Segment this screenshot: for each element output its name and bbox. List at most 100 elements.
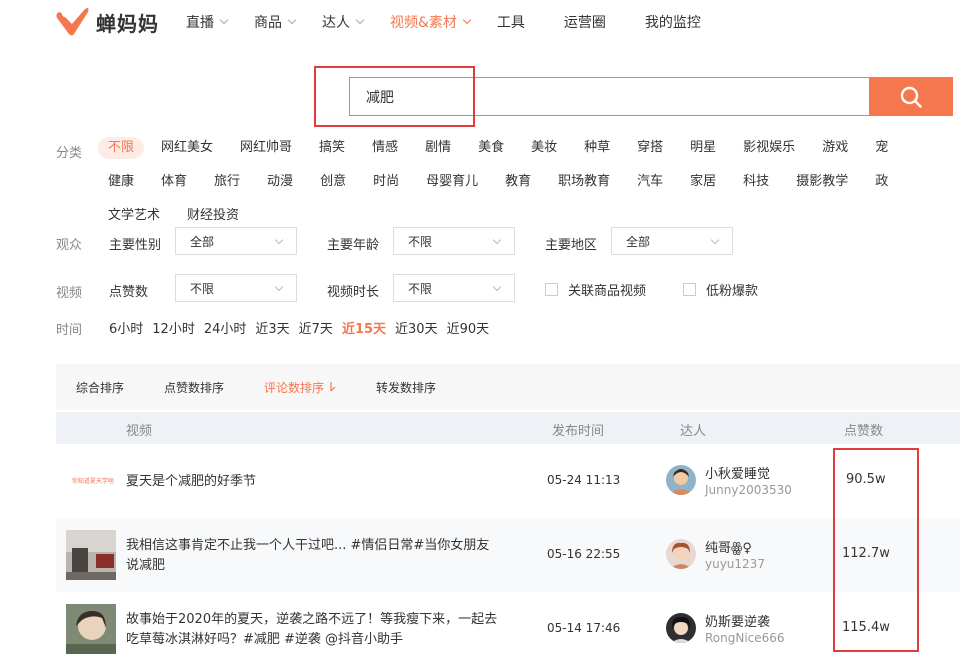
category-item[interactable]: 搞笑 — [309, 137, 355, 159]
category-item[interactable]: 网红帅哥 — [230, 137, 302, 159]
video-title[interactable]: 故事始于2020年的夏天，逆袭之路不远了！等我瘦下来，一起去吃草莓冰淇淋好吗？#… — [126, 610, 498, 650]
category-item[interactable]: 网红美女 — [151, 137, 223, 159]
category-item[interactable]: 政 — [865, 171, 898, 193]
main-nav: 直播 商品 达人 视频&素材 工具 运营圈 我的监控 — [186, 12, 701, 32]
nav-item-tools[interactable]: 工具 — [497, 12, 525, 32]
table-row[interactable]: 故事始于2020年的夏天，逆袭之路不远了！等我瘦下来，一起去吃草莓冰淇淋好吗？#… — [56, 592, 960, 662]
category-item[interactable]: 母婴育儿 — [416, 171, 488, 193]
time-option[interactable]: 近15天 — [342, 318, 386, 337]
author-name[interactable]: 纯哥ꙮ♀ — [705, 537, 752, 556]
avatar[interactable] — [666, 465, 696, 495]
nav-item-influencer[interactable]: 达人 — [322, 12, 365, 32]
col-author: 达人 — [680, 424, 707, 439]
region-select[interactable]: 全部 — [611, 227, 733, 255]
category-item[interactable]: 创意 — [310, 171, 356, 193]
sort-general[interactable]: 综合排序 — [76, 379, 124, 396]
likes-select[interactable]: 不限 — [175, 274, 297, 302]
duration-label: 视频时长 — [327, 285, 380, 300]
category-item[interactable]: 时尚 — [363, 171, 409, 193]
time-option[interactable]: 12小时 — [152, 318, 195, 337]
duration-select[interactable]: 不限 — [393, 274, 515, 302]
category-item[interactable]: 动漫 — [257, 171, 303, 193]
nav-item-goods[interactable]: 商品 — [254, 12, 297, 32]
category-item[interactable]: 影视娱乐 — [733, 137, 805, 159]
nav-item-video-material[interactable]: 视频&素材 — [390, 12, 472, 32]
video-title[interactable]: 夏天是个减肥的好季节 — [126, 472, 498, 492]
brand-name: 蝉妈妈 — [96, 11, 159, 36]
video-thumbnail[interactable] — [66, 530, 116, 580]
category-item[interactable]: 科技 — [733, 171, 779, 193]
category-item[interactable]: 游戏 — [812, 137, 858, 159]
time-option[interactable]: 近7天 — [299, 318, 333, 337]
brand-logo[interactable]: 蝉妈妈 — [56, 6, 159, 38]
category-item[interactable]: 剧情 — [415, 137, 461, 159]
author-id: yuyu1237 — [705, 557, 765, 571]
video-thumbnail[interactable]: 你知道夏天学啥 — [66, 456, 116, 506]
chevron-down-icon — [355, 15, 365, 25]
video-title[interactable]: 我相信这事肯定不止我一个人干过吧... #情侣日常#当你女朋友说减肥 — [126, 536, 498, 576]
author-name[interactable]: 小秋爱睡觉 — [705, 463, 770, 482]
time-option[interactable]: 近3天 — [255, 318, 289, 337]
category-item[interactable]: 摄影教学 — [786, 171, 858, 193]
likes-highlight-box — [833, 448, 919, 652]
category-item[interactable]: 家居 — [680, 171, 726, 193]
category-item[interactable]: 职场教育 — [548, 171, 620, 193]
linked-goods-checkbox[interactable]: 关联商品视频 — [545, 280, 646, 299]
category-item[interactable]: 美妆 — [521, 137, 567, 159]
avatar[interactable] — [666, 613, 696, 643]
category-item[interactable]: 种草 — [574, 137, 620, 159]
audience-label: 观众 — [56, 238, 83, 253]
time-option[interactable]: 近30天 — [395, 318, 438, 337]
time-option[interactable]: 24小时 — [204, 318, 247, 337]
time-option[interactable]: 近90天 — [447, 318, 490, 337]
sort-shares[interactable]: 转发数排序 — [376, 379, 436, 396]
sort-down-icon — [330, 382, 336, 392]
category-item[interactable]: 美食 — [468, 137, 514, 159]
category-item[interactable]: 穿搭 — [627, 137, 673, 159]
top-header: 蝉妈妈 直播 商品 达人 视频&素材 工具 运营圈 我的监控 — [0, 0, 960, 46]
author-name[interactable]: 奶斯要逆袭 — [705, 611, 770, 630]
gender-label: 主要性别 — [109, 238, 162, 253]
chevron-down-icon — [492, 235, 502, 244]
search-icon — [900, 86, 922, 108]
category-item[interactable]: 文学艺术 — [98, 205, 170, 227]
author-id: Junny2003530 — [705, 483, 792, 497]
col-video: 视频 — [126, 424, 153, 439]
chevron-down-icon — [710, 235, 720, 244]
nav-item-live[interactable]: 直播 — [186, 12, 229, 32]
category-item[interactable]: 旅行 — [204, 171, 250, 193]
publish-date: 05-16 22:55 — [547, 547, 621, 561]
region-label: 主要地区 — [545, 238, 598, 253]
category-item[interactable]: 教育 — [495, 171, 541, 193]
category-list: 不限 网红美女 网红帅哥 搞笑 情感 剧情 美食 美妆 种草 穿搭 明星 影视娱… — [98, 137, 960, 227]
publish-date: 05-14 17:46 — [547, 621, 621, 635]
category-item[interactable]: 明星 — [680, 137, 726, 159]
table-row[interactable]: 我相信这事肯定不止我一个人干过吧... #情侣日常#当你女朋友说减肥 05-16… — [56, 518, 960, 592]
age-select[interactable]: 不限 — [393, 227, 515, 255]
low-fans-checkbox[interactable]: 低粉爆款 — [683, 280, 758, 299]
table-row[interactable]: 你知道夏天学啥 夏天是个减肥的好季节 05-24 11:13 小秋爱睡觉 Jun… — [56, 444, 960, 518]
col-likes[interactable]: 点赞数 — [844, 420, 883, 439]
category-item[interactable]: 不限 — [98, 137, 145, 159]
video-thumbnail[interactable] — [66, 604, 116, 654]
avatar[interactable] — [666, 539, 696, 569]
sort-comments[interactable]: 评论数排序 — [264, 379, 336, 396]
sort-likes[interactable]: 点赞数排序 — [164, 379, 224, 396]
category-item[interactable]: 财经投资 — [177, 205, 249, 227]
time-option[interactable]: 6小时 — [109, 318, 143, 337]
category-item[interactable]: 汽车 — [627, 171, 673, 193]
category-item[interactable]: 情感 — [362, 137, 408, 159]
video-label: 视频 — [56, 286, 83, 301]
sort-bar: 综合排序 点赞数排序 评论数排序 转发数排序 — [56, 364, 960, 410]
category-item[interactable]: 宠 — [865, 137, 898, 159]
search-button[interactable] — [869, 77, 953, 116]
nav-item-ops-circle[interactable]: 运营圈 — [564, 12, 606, 32]
checkbox-box — [545, 283, 558, 296]
category-item[interactable]: 健康 — [98, 171, 144, 193]
nav-item-my-monitor[interactable]: 我的监控 — [645, 12, 701, 32]
gender-select[interactable]: 全部 — [175, 227, 297, 255]
category-item[interactable]: 体育 — [151, 171, 197, 193]
category-label: 分类 — [56, 146, 83, 161]
search-highlight-box — [314, 66, 475, 127]
chevron-down-icon — [287, 15, 297, 25]
